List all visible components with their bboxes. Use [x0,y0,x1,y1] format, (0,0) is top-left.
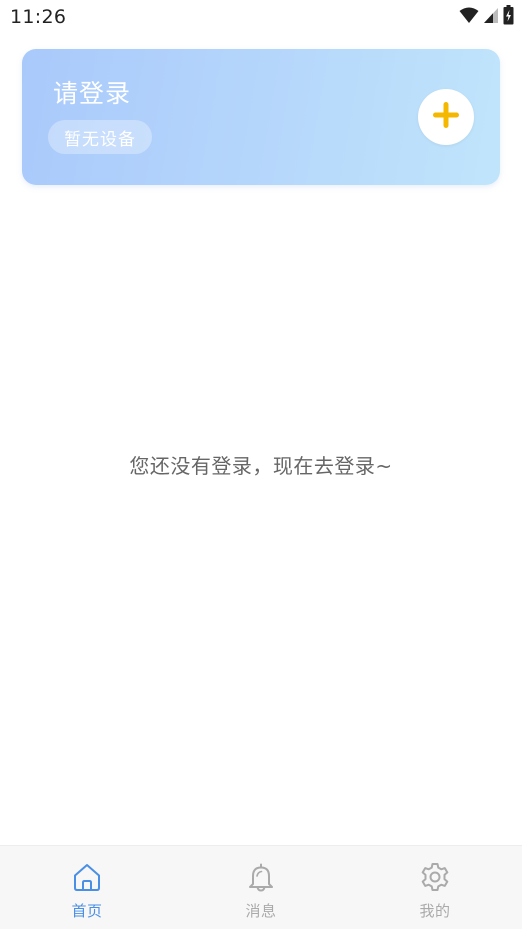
tab-mine-label: 我的 [419,902,451,920]
device-status-badge: 暂无设备 [48,120,152,154]
gear-icon [419,860,451,894]
status-bar: 11:26 [0,0,522,36]
add-device-button[interactable] [418,89,474,145]
signal-icon [483,6,499,28]
status-time: 11:26 [10,6,67,28]
login-prompt-title[interactable]: 请登录 [53,74,131,110]
app-screen: 11:26 请登录 暂无设备 您还没有登录，现在去登录~ 首页 消息 我的 [0,0,522,929]
header-card: 请登录 暂无设备 [22,49,500,185]
bottom-tab-bar: 首页 消息 我的 [0,845,522,929]
battery-icon [503,5,514,29]
tab-home-label: 首页 [71,902,103,920]
plus-icon [432,101,460,133]
tab-messages-label: 消息 [245,902,277,920]
tab-home[interactable]: 首页 [0,846,174,929]
tab-mine[interactable]: 我的 [348,846,522,929]
bell-icon [245,860,277,894]
wifi-icon [459,6,479,28]
tab-messages[interactable]: 消息 [174,846,348,929]
home-icon [71,860,103,894]
status-icons [459,5,514,29]
login-hint-message[interactable]: 您还没有登录，现在去登录~ [0,450,522,479]
